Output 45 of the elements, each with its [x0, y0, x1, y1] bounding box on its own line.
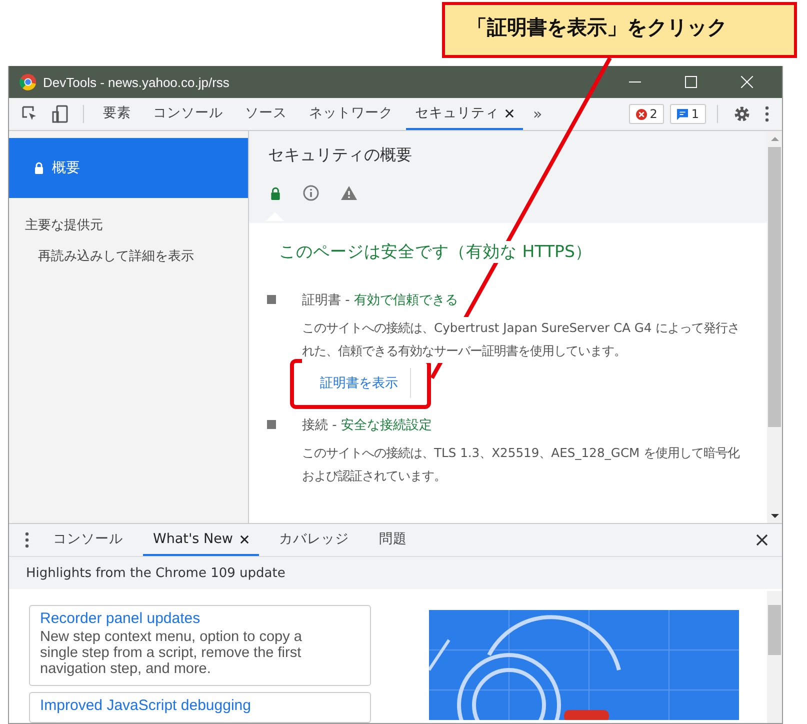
maximize-icon[interactable] [685, 76, 697, 88]
panel-tab[interactable]: ネットワーク [300, 98, 402, 130]
browser-logo-icon [19, 73, 37, 91]
drawer-tab[interactable]: カバレッジ [268, 524, 359, 556]
section-heading: 証明書 - 有効で信頼できる [302, 292, 459, 309]
update-banner: Highlights from the Chrome 109 update [9, 557, 782, 589]
inspect-icon[interactable] [22, 106, 38, 122]
error-count-button[interactable]: 2 [628, 104, 664, 124]
panel-tab[interactable]: ソース [236, 98, 296, 130]
overview-title: セキュリティの概要 [268, 145, 413, 166]
warning-icon[interactable] [341, 186, 357, 200]
feature-card[interactable]: Improved JavaScript debugging [29, 692, 371, 723]
window-title: DevTools - news.yahoo.co.jp/rss [43, 74, 230, 90]
message-count-button[interactable]: 1 [670, 104, 706, 124]
device-icon[interactable] [52, 105, 68, 123]
feature-description: New step context menu, option to copy a single step from a script, remove the first navigation step, and more. [40, 629, 303, 677]
drawer-tab[interactable]: コンソール [43, 524, 133, 556]
drawer-tab[interactable]: 問題 [368, 524, 417, 556]
scrollbar[interactable] [767, 591, 782, 723]
close-icon[interactable] [505, 108, 514, 118]
feature-title[interactable]: Recorder panel updates [40, 610, 360, 627]
close-icon[interactable] [756, 534, 768, 546]
more-options-icon[interactable] [765, 106, 769, 122]
bullet-icon [267, 420, 276, 429]
view-certificate-button[interactable]: 証明書を表示 [308, 368, 411, 398]
message-icon [677, 108, 688, 120]
feature-card[interactable]: Recorder panel updates New step context menu, option to copy a single step from a script, remove the first navigation step, and more. [29, 605, 371, 686]
panel-tab[interactable]: コンソール [144, 98, 232, 130]
settings-icon[interactable] [733, 105, 751, 123]
section-heading: 接続 - 安全な接続設定 [302, 417, 433, 434]
lock-icon [34, 162, 44, 174]
scrollbar[interactable] [767, 131, 782, 523]
sidebar-item[interactable]: 概要 [9, 138, 248, 198]
info-icon[interactable] [303, 185, 319, 201]
more-options-icon[interactable] [25, 532, 29, 548]
bullet-icon [267, 295, 276, 304]
more-tabs-button[interactable]: » [527, 105, 548, 123]
error-icon [636, 108, 647, 120]
panel-tab[interactable]: 要素 [94, 98, 140, 130]
feature-title[interactable]: Improved JavaScript debugging [40, 697, 360, 714]
callout-box: 「証明書を表示」をクリック [442, 2, 797, 58]
lock-icon[interactable] [270, 186, 281, 200]
close-icon[interactable] [240, 534, 249, 544]
reload-hint: 再読み込みして詳細を表示 [38, 248, 195, 265]
section-title: 主要な提供元 [25, 217, 104, 234]
